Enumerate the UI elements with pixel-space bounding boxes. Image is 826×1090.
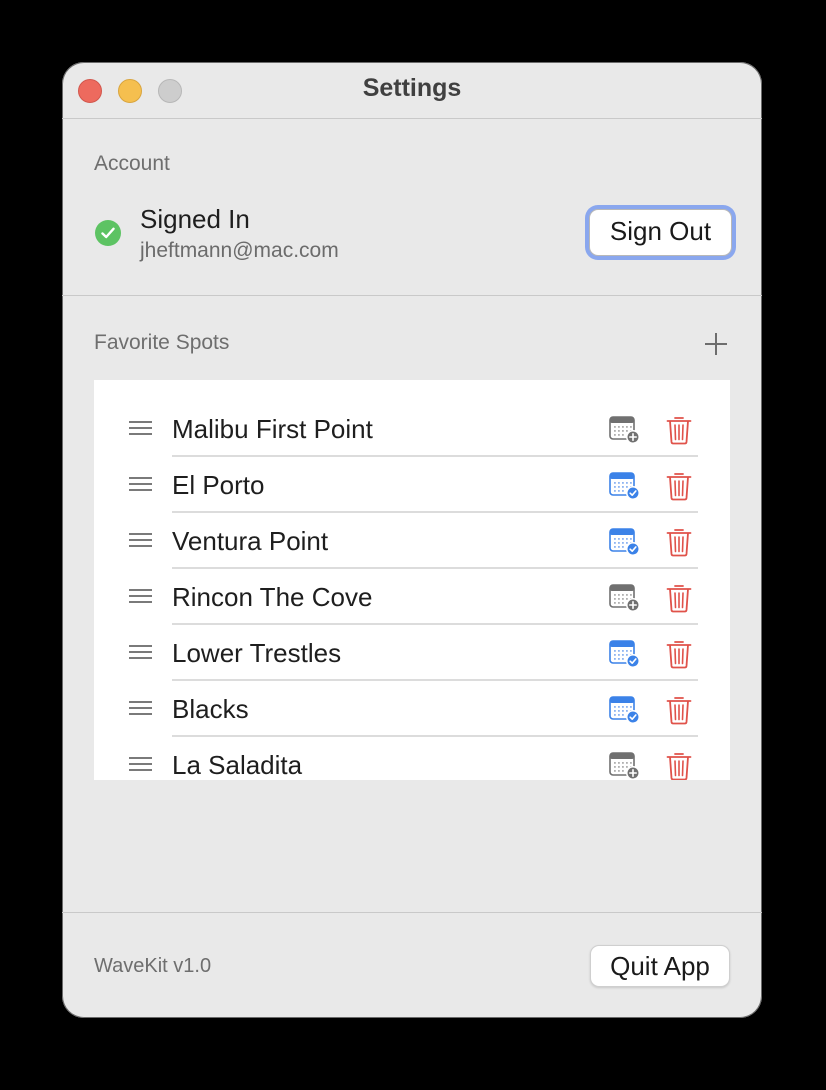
- account-email: jheftmann@mac.com: [140, 239, 339, 262]
- trash-icon[interactable]: [666, 639, 692, 669]
- favorite-spots-label: Favorite Spots: [94, 331, 230, 354]
- trash-icon[interactable]: [666, 751, 692, 780]
- drag-handle-icon[interactable]: [129, 701, 152, 715]
- drag-handle-icon[interactable]: [129, 757, 152, 771]
- trash-icon[interactable]: [666, 471, 692, 501]
- spot-name: Blacks: [172, 694, 249, 724]
- drag-handle-icon[interactable]: [129, 645, 152, 659]
- spot-name: Lower Trestles: [172, 638, 342, 668]
- title-bar: Settings: [62, 62, 762, 118]
- trash-icon[interactable]: [666, 415, 692, 445]
- window-title: Settings: [362, 74, 462, 102]
- spot-name: Malibu First Point: [172, 414, 373, 444]
- calendar-checked-icon[interactable]: [609, 696, 641, 724]
- list-item[interactable]: El Porto: [94, 456, 730, 513]
- spot-name: Rincon The Cove: [172, 582, 373, 612]
- drag-handle-icon[interactable]: [129, 421, 152, 435]
- spot-name: La Saladita: [172, 750, 303, 780]
- calendar-add-icon[interactable]: [609, 752, 641, 780]
- settings-window: Settings Account Signed In jheftmann@mac…: [62, 62, 762, 1018]
- account-status: Signed In: [140, 204, 250, 234]
- spot-name: Ventura Point: [172, 526, 329, 556]
- calendar-add-icon[interactable]: [609, 416, 641, 444]
- footer-divider: [62, 912, 762, 913]
- list-item[interactable]: Malibu First Point: [94, 400, 730, 457]
- drag-handle-icon[interactable]: [129, 533, 152, 547]
- calendar-checked-icon[interactable]: [609, 640, 641, 668]
- drag-handle-icon[interactable]: [129, 589, 152, 603]
- titlebar-divider: [62, 118, 762, 119]
- calendar-checked-icon[interactable]: [609, 472, 641, 500]
- list-item[interactable]: Lower Trestles: [94, 624, 730, 681]
- signed-in-check-icon: [95, 220, 121, 246]
- trash-icon[interactable]: [666, 583, 692, 613]
- favorite-spots-list: Malibu First Point El Porto Ventura Point R…: [94, 380, 730, 780]
- drag-handle-icon[interactable]: [129, 477, 152, 491]
- calendar-checked-icon[interactable]: [609, 528, 641, 556]
- sign-out-button[interactable]: Sign Out: [589, 209, 732, 256]
- list-item[interactable]: Ventura Point: [94, 512, 730, 569]
- add-spot-icon[interactable]: [704, 332, 728, 356]
- trash-icon[interactable]: [666, 527, 692, 557]
- account-section-label: Account: [94, 152, 170, 175]
- list-item[interactable]: La Saladita: [94, 736, 730, 780]
- trash-icon[interactable]: [666, 695, 692, 725]
- list-item[interactable]: Rincon The Cove: [94, 568, 730, 625]
- quit-app-button[interactable]: Quit App: [590, 945, 730, 987]
- calendar-add-icon[interactable]: [609, 584, 641, 612]
- list-item[interactable]: Blacks: [94, 680, 730, 737]
- spot-name: El Porto: [172, 470, 265, 500]
- app-version: WaveKit v1.0: [94, 955, 212, 977]
- account-divider: [62, 295, 762, 296]
